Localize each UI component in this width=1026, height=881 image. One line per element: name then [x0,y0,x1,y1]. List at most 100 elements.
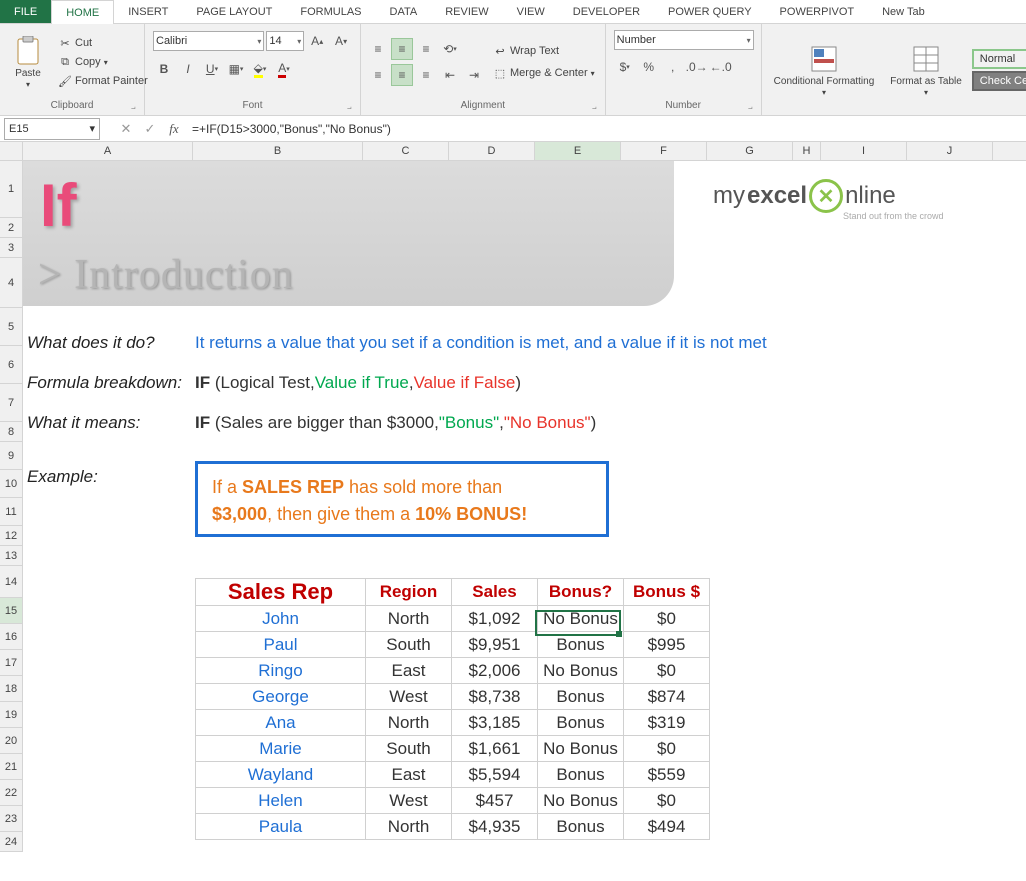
fill-color-button[interactable]: ⬙▾ [249,58,271,80]
font-size-combo[interactable]: 14▾ [266,31,304,51]
formula-input[interactable] [186,122,1026,136]
row-header-21[interactable]: 21 [0,754,22,780]
col-header-E[interactable]: E [535,142,621,160]
table-cell[interactable]: Ringo [196,658,366,684]
table-cell[interactable]: $1,661 [452,736,538,762]
tab-power-query[interactable]: POWER QUERY [654,0,766,23]
wrap-text-button[interactable]: ↩Wrap Text [489,42,599,60]
table-cell[interactable]: West [366,788,452,814]
tab-developer[interactable]: DEVELOPER [559,0,654,23]
table-cell[interactable]: Marie [196,736,366,762]
tab-review[interactable]: REVIEW [431,0,502,23]
col-header-K[interactable]: K [993,142,1026,160]
table-cell[interactable]: Bonus [538,684,624,710]
row-header-11[interactable]: 11 [0,498,22,526]
table-cell[interactable]: North [366,606,452,632]
col-header-J[interactable]: J [907,142,993,160]
increase-indent-icon[interactable]: ⇥ [463,64,485,86]
col-header-I[interactable]: I [821,142,907,160]
table-cell[interactable]: George [196,684,366,710]
format-as-table-button[interactable]: Format as Table▾ [884,41,968,99]
table-cell[interactable]: North [366,710,452,736]
paste-button[interactable]: Paste▾ [6,33,50,91]
col-header-C[interactable]: C [363,142,449,160]
insert-function-icon[interactable]: fx [162,118,186,140]
table-cell[interactable]: Bonus [538,814,624,840]
tab-insert[interactable]: INSERT [114,0,182,23]
cancel-formula-icon[interactable]: ✕ [114,118,138,140]
chevron-down-icon[interactable]: ▾ [89,122,95,135]
number-format-combo[interactable]: Number▾ [614,30,754,50]
tab-view[interactable]: VIEW [503,0,559,23]
accounting-format-icon[interactable]: $▾ [614,56,636,78]
table-cell[interactable]: $0 [624,606,710,632]
table-cell[interactable]: $4,935 [452,814,538,840]
row-header-15[interactable]: 15 [0,598,22,624]
decrease-indent-icon[interactable]: ⇤ [439,64,461,86]
col-header-G[interactable]: G [707,142,793,160]
table-cell[interactable]: Bonus [538,632,624,658]
decrease-font-icon[interactable]: A▾ [330,30,352,52]
comma-format-icon[interactable]: , [662,56,684,78]
table-cell[interactable]: Bonus [538,762,624,788]
row-header-24[interactable]: 24 [0,832,22,852]
table-cell[interactable]: No Bonus [538,788,624,814]
increase-decimal-icon[interactable]: .0→ [686,56,708,78]
col-header-B[interactable]: B [193,142,363,160]
table-cell[interactable]: $0 [624,788,710,814]
name-box[interactable]: E15▾ [4,118,100,140]
align-top-icon[interactable]: ≡ [367,38,389,60]
table-cell[interactable]: $494 [624,814,710,840]
align-center-icon[interactable]: ≡ [391,64,413,86]
row-header-17[interactable]: 17 [0,650,22,676]
table-cell[interactable]: $0 [624,658,710,684]
table-cell[interactable]: $995 [624,632,710,658]
table-cell[interactable]: $5,594 [452,762,538,788]
tab-formulas[interactable]: FORMULAS [286,0,375,23]
row-header-9[interactable]: 9 [0,442,22,470]
table-cell[interactable]: Paul [196,632,366,658]
row-header-23[interactable]: 23 [0,806,22,832]
table-cell[interactable]: John [196,606,366,632]
enter-formula-icon[interactable]: ✓ [138,118,162,140]
row-header-10[interactable]: 10 [0,470,22,498]
row-header-7[interactable]: 7 [0,384,22,422]
table-cell[interactable]: $457 [452,788,538,814]
table-cell[interactable]: Wayland [196,762,366,788]
row-header-3[interactable]: 3 [0,238,22,258]
row-header-16[interactable]: 16 [0,624,22,650]
select-all-corner[interactable] [0,142,23,161]
font-color-button[interactable]: A▾ [273,58,295,80]
table-cell[interactable]: No Bonus [538,736,624,762]
table-cell[interactable]: $8,738 [452,684,538,710]
row-header-12[interactable]: 12 [0,526,22,546]
col-header-D[interactable]: D [449,142,535,160]
table-cell[interactable]: $3,185 [452,710,538,736]
table-cell[interactable]: No Bonus [538,606,624,632]
row-header-8[interactable]: 8 [0,422,22,442]
align-bottom-icon[interactable]: ≡ [415,38,437,60]
row-header-4[interactable]: 4 [0,258,22,308]
row-header-2[interactable]: 2 [0,218,22,238]
cut-button[interactable]: ✂Cut [54,34,152,52]
table-cell[interactable]: $874 [624,684,710,710]
table-cell[interactable]: $2,006 [452,658,538,684]
table-cell[interactable]: North [366,814,452,840]
percent-format-icon[interactable]: % [638,56,660,78]
merge-center-button[interactable]: ⬚Merge & Center▾ [489,64,599,82]
table-cell[interactable]: Helen [196,788,366,814]
col-header-H[interactable]: H [793,142,821,160]
table-cell[interactable]: No Bonus [538,658,624,684]
orientation-icon[interactable]: ⟲▾ [439,38,461,60]
table-cell[interactable]: West [366,684,452,710]
table-cell[interactable]: Ana [196,710,366,736]
decrease-decimal-icon[interactable]: ←.0 [710,56,732,78]
cell-style-check[interactable]: Check Cell [972,71,1026,91]
col-header-F[interactable]: F [621,142,707,160]
table-cell[interactable]: South [366,632,452,658]
border-button[interactable]: ▦▾ [225,58,247,80]
row-header-20[interactable]: 20 [0,728,22,754]
underline-button[interactable]: U▾ [201,58,223,80]
row-header-5[interactable]: 5 [0,308,22,346]
format-painter-button[interactable]: 🖌Format Painter [54,72,152,90]
